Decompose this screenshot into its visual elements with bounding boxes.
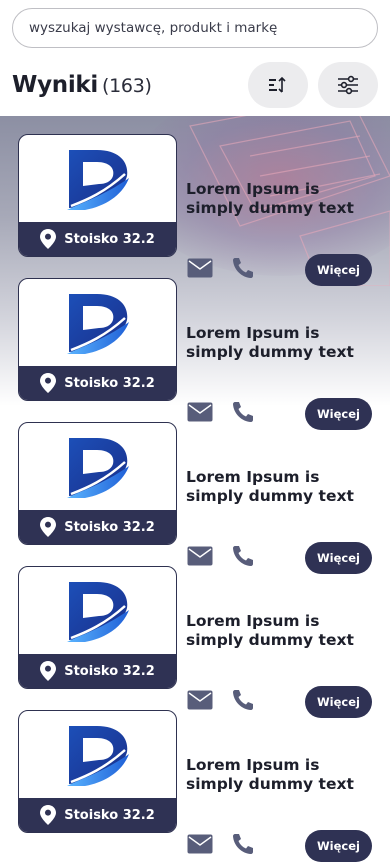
- exhibitor-logo-box[interactable]: Stoisko 32.2: [18, 710, 177, 833]
- phone-icon: [233, 546, 253, 566]
- search-input[interactable]: [29, 20, 359, 36]
- phone-icon: [233, 690, 253, 710]
- location-pin-icon: [40, 661, 57, 681]
- exhibitor-logo: [66, 438, 129, 498]
- result-card[interactable]: Stoisko 32.2 Lorem Ipsum is simply dummy…: [0, 710, 390, 862]
- result-card[interactable]: Stoisko 32.2 Lorem Ipsum is simply dummy…: [0, 134, 390, 286]
- result-card[interactable]: Stoisko 32.2 Lorem Ipsum is simply dummy…: [0, 566, 390, 718]
- stand-label: Stoisko 32.2: [64, 663, 155, 679]
- page-title: Wyniki (163): [12, 72, 152, 98]
- stand-label: Stoisko 32.2: [64, 231, 155, 247]
- stand-bar: Stoisko 32.2: [19, 654, 176, 688]
- mail-icon: [187, 834, 213, 854]
- location-pin-icon: [40, 517, 57, 537]
- stand-bar: Stoisko 32.2: [19, 798, 176, 832]
- stand-bar: Stoisko 32.2: [19, 366, 176, 400]
- results-title: Wyniki: [12, 72, 98, 98]
- results-list: Stoisko 32.2 Lorem Ipsum is simply dummy…: [0, 134, 390, 862]
- exhibitor-logo-box[interactable]: Stoisko 32.2: [18, 422, 177, 545]
- logo-image: [19, 423, 176, 511]
- location-pin-icon: [40, 373, 57, 393]
- sort-icon: [269, 76, 286, 93]
- stand-label: Stoisko 32.2: [64, 807, 155, 823]
- logo-image: [19, 567, 176, 655]
- logo-image: [19, 279, 176, 367]
- exhibitor-logo: [66, 294, 129, 354]
- exhibitor-name[interactable]: Lorem Ipsum is simply dummy text: [186, 180, 381, 218]
- filter-sliders-icon: [338, 75, 358, 95]
- sort-button[interactable]: [248, 62, 308, 108]
- logo-image: [19, 711, 176, 799]
- exhibitor-name[interactable]: Lorem Ipsum is simply dummy text: [186, 468, 381, 506]
- location-pin-icon: [40, 805, 57, 825]
- filter-button[interactable]: [318, 62, 378, 108]
- logo-image: [19, 135, 176, 223]
- exhibitor-logo-box[interactable]: Stoisko 32.2: [18, 278, 177, 401]
- mail-icon: [187, 402, 213, 422]
- exhibitor-logo: [66, 726, 129, 786]
- location-pin-icon: [40, 229, 57, 249]
- exhibitor-logo: [66, 582, 129, 642]
- stand-bar: Stoisko 32.2: [19, 222, 176, 256]
- stand-bar: Stoisko 32.2: [19, 510, 176, 544]
- phone-icon: [233, 258, 253, 278]
- mail-icon: [187, 690, 213, 710]
- result-card[interactable]: Stoisko 32.2 Lorem Ipsum is simply dummy…: [0, 422, 390, 574]
- exhibitor-name[interactable]: Lorem Ipsum is simply dummy text: [186, 756, 381, 794]
- stand-label: Stoisko 32.2: [64, 519, 155, 535]
- exhibitor-logo-box[interactable]: Stoisko 32.2: [18, 566, 177, 689]
- stand-label: Stoisko 32.2: [64, 375, 155, 391]
- results-count: (163): [102, 75, 152, 97]
- result-card[interactable]: Stoisko 32.2 Lorem Ipsum is simply dummy…: [0, 278, 390, 430]
- phone-icon: [233, 834, 253, 854]
- results-header: Wyniki (163): [12, 62, 378, 110]
- more-button[interactable]: Więcej: [305, 830, 372, 862]
- mail-icon: [187, 258, 213, 278]
- phone-button[interactable]: [231, 832, 255, 860]
- search-bar[interactable]: [12, 8, 378, 48]
- phone-icon: [233, 402, 253, 422]
- exhibitor-logo: [66, 150, 129, 210]
- email-button[interactable]: [187, 834, 213, 858]
- exhibitor-name[interactable]: Lorem Ipsum is simply dummy text: [186, 612, 381, 650]
- mail-icon: [187, 546, 213, 566]
- exhibitor-logo-box[interactable]: Stoisko 32.2: [18, 134, 177, 257]
- exhibitor-name[interactable]: Lorem Ipsum is simply dummy text: [186, 324, 381, 362]
